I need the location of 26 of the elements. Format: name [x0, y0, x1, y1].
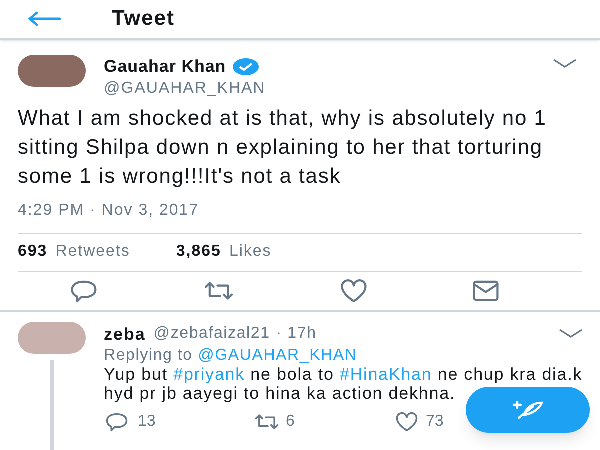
reply-age: · 17h: [276, 324, 317, 344]
chevron-down-icon[interactable]: [558, 328, 584, 340]
user-handle: @zebafaizal21: [154, 324, 270, 344]
compose-button[interactable]: [466, 387, 590, 433]
replying-label: Replying to: [104, 347, 193, 364]
stat-count: 3,865: [176, 242, 222, 262]
back-arrow-icon[interactable]: [28, 11, 62, 27]
mention-link[interactable]: @GAUAHAR_KHAN: [198, 347, 358, 364]
tweet-timestamp: 4:29 PM · Nov 3, 2017: [18, 200, 200, 220]
page-title: Tweet: [112, 6, 175, 32]
like-count: 73: [426, 412, 444, 432]
retweet-count: 6: [286, 412, 295, 432]
user-name: zeba: [104, 324, 146, 346]
chevron-down-icon[interactable]: [552, 58, 578, 70]
like-icon[interactable]: [394, 411, 420, 433]
tweet-text: What I am shocked at is that, why is absolutely no 1 sitting Shilpa down n explaining to her that torturing some 1 is wrong!!!It's not a task: [18, 106, 548, 190]
stat-label[interactable]: Likes: [229, 240, 272, 264]
compose-feather-icon: [511, 399, 545, 421]
stat-count: 693: [18, 242, 48, 262]
stat-label[interactable]: Retweets: [56, 240, 130, 264]
reply-text: Yup but #priyank ne bola to #HinaKhan ne chup kra dia.k hyd pr jb aayegi to hina ka action dekhna.: [104, 365, 584, 403]
reply-count: 13: [138, 412, 156, 432]
avatar[interactable]: [18, 55, 86, 87]
user-name: Gauahar Khan: [104, 56, 226, 78]
user-handle: @GAUAHAR_KHAN: [104, 80, 267, 98]
reply-icon[interactable]: [104, 411, 130, 433]
